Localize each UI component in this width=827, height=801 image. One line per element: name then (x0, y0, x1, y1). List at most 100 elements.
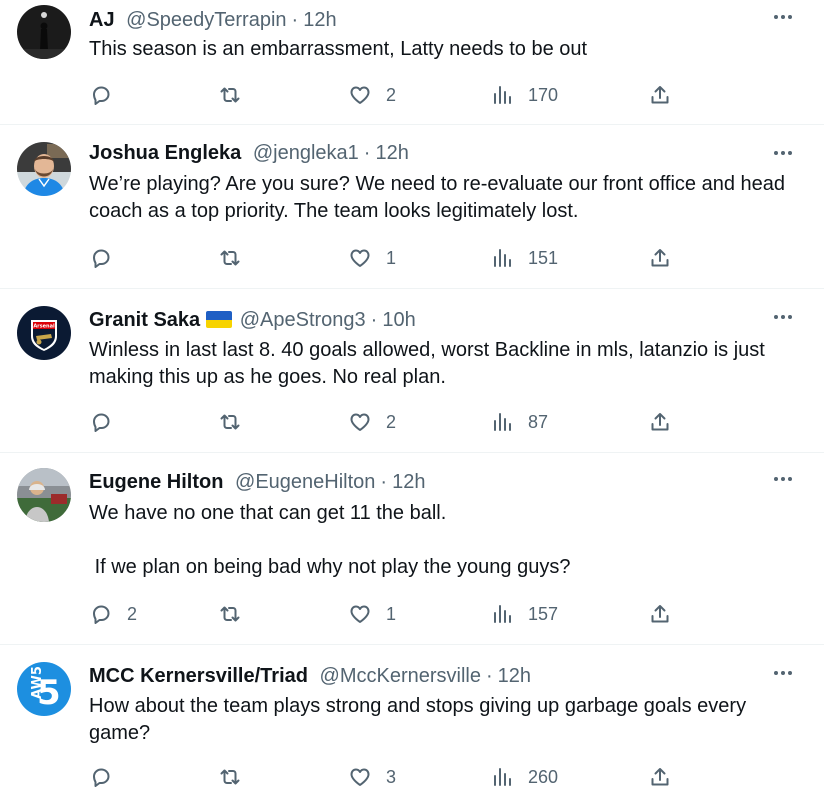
timestamp[interactable]: 12h (303, 9, 336, 31)
timestamp[interactable]: 12h (375, 142, 408, 164)
tweet[interactable]: Joshua Engleka @jengleka1 · 12h We’re play… (0, 125, 824, 289)
timestamp[interactable]: 10h (382, 309, 415, 331)
retweet-button[interactable] (218, 408, 256, 436)
retweet-icon (218, 602, 242, 626)
share-icon (648, 410, 672, 434)
like-button[interactable]: 2 (348, 81, 396, 109)
reply-icon (89, 246, 113, 270)
retweet-button[interactable] (218, 244, 256, 272)
like-icon (348, 83, 372, 107)
reply-button[interactable] (89, 244, 127, 272)
avatar[interactable] (17, 5, 71, 59)
view-count: 170 (528, 84, 559, 105)
like-icon (348, 410, 372, 434)
more-icon[interactable] (772, 468, 794, 490)
share-button[interactable] (648, 408, 672, 436)
like-count: 3 (386, 766, 397, 787)
display-name[interactable]: AJ (89, 9, 115, 31)
tweet[interactable]: AW5 5 MCC Kernersville/Triad @MccKerners… (0, 645, 824, 801)
tweet[interactable]: Arsenal Granit Saka @ApeStrong3 · 10h Winl… (0, 289, 824, 453)
like-button[interactable]: 3 (348, 763, 396, 791)
separator-dot: · (363, 142, 371, 164)
ukraine-flag-icon (206, 311, 233, 328)
tweet-actions: 1 151 (89, 244, 689, 272)
user-handle[interactable]: @SpeedyTerrapin (126, 9, 286, 31)
like-icon (348, 246, 372, 270)
view-count: 87 (528, 411, 549, 432)
view-count: 151 (528, 247, 559, 268)
retweet-icon (218, 83, 242, 107)
timestamp[interactable]: 12h (498, 665, 531, 687)
like-count: 2 (386, 84, 397, 105)
more-icon[interactable] (772, 306, 794, 328)
views-icon (490, 83, 514, 107)
tweet-text: This season is an embarrassment, Latty n… (89, 38, 588, 60)
like-count: 1 (386, 603, 397, 624)
like-count: 2 (386, 411, 397, 432)
reply-button[interactable] (89, 81, 127, 109)
display-name[interactable]: MCC Kernersville/Triad (89, 665, 308, 687)
share-button[interactable] (648, 81, 672, 109)
share-button[interactable] (648, 600, 672, 628)
user-handle[interactable]: @EugeneHilton (235, 471, 375, 493)
more-icon[interactable] (772, 6, 794, 28)
tweet-actions: 2 170 (89, 81, 689, 109)
avatar[interactable] (17, 142, 71, 196)
share-button[interactable] (648, 244, 672, 272)
views-icon (490, 246, 514, 270)
views-button[interactable]: 151 (490, 244, 558, 272)
share-icon (648, 83, 672, 107)
reply-icon (89, 410, 113, 434)
views-icon (490, 765, 514, 789)
avatar[interactable]: AW5 5 (17, 662, 71, 716)
retweet-button[interactable] (218, 763, 256, 791)
separator-dot: · (370, 309, 378, 331)
tweet-header: Eugene Hilton @EugeneHilton · 12h (89, 468, 425, 496)
avatar[interactable] (17, 468, 71, 522)
like-count: 1 (386, 247, 397, 268)
tweet-text: We’re playing? Are you sure? We need to … (89, 173, 791, 222)
views-button[interactable]: 87 (490, 408, 548, 436)
views-button[interactable]: 157 (490, 600, 558, 628)
more-icon[interactable] (772, 142, 794, 164)
like-button[interactable]: 1 (348, 600, 396, 628)
view-count: 260 (528, 766, 559, 787)
separator-dot: · (485, 665, 493, 687)
view-count: 157 (528, 603, 559, 624)
display-name[interactable]: Eugene Hilton (89, 471, 223, 493)
user-handle[interactable]: @jengleka1 (253, 142, 359, 164)
reply-button[interactable] (89, 408, 127, 436)
avatar[interactable]: Arsenal (17, 306, 71, 360)
tweet-feed: AJ @SpeedyTerrapin · 12h This season is an… (0, 0, 824, 801)
views-icon (490, 410, 514, 434)
reply-button[interactable] (89, 763, 127, 791)
like-button[interactable]: 2 (348, 408, 396, 436)
retweet-button[interactable] (218, 600, 256, 628)
more-icon[interactable] (772, 662, 794, 684)
tweet-text: How about the team plays strong and stop… (89, 695, 752, 744)
timestamp[interactable]: 12h (392, 471, 425, 493)
display-name[interactable]: Joshua Engleka (89, 142, 241, 164)
like-button[interactable]: 1 (348, 244, 396, 272)
display-name[interactable]: Granit Saka (89, 309, 200, 331)
user-handle[interactable]: @MccKernersville (320, 665, 481, 687)
retweet-button[interactable] (218, 81, 256, 109)
share-button[interactable] (648, 763, 672, 791)
retweet-icon (218, 765, 242, 789)
reply-button[interactable]: 2 (89, 600, 137, 628)
tweet[interactable]: Eugene Hilton @EugeneHilton · 12h We have … (0, 453, 824, 645)
views-icon (490, 602, 514, 626)
tweet-actions: 2 1 157 (89, 600, 689, 628)
tweet-header: Granit Saka @ApeStrong3 · 10h (89, 306, 416, 334)
share-icon (648, 246, 672, 270)
avatar-arsenal-text: Arsenal (33, 324, 55, 330)
tweet-actions: 3 260 (89, 763, 689, 791)
reply-icon (89, 602, 113, 626)
tweet[interactable]: AJ @SpeedyTerrapin · 12h This season is an… (0, 0, 824, 125)
user-handle[interactable]: @ApeStrong3 (240, 309, 366, 331)
views-button[interactable]: 170 (490, 81, 558, 109)
reply-count: 2 (127, 603, 138, 624)
views-button[interactable]: 260 (490, 763, 558, 791)
like-icon (348, 765, 372, 789)
tweet-actions: 2 87 (89, 408, 689, 436)
